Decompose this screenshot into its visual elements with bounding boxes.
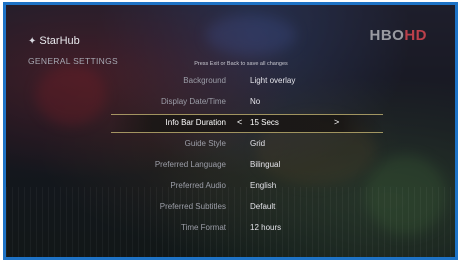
setting-row-info-bar-duration[interactable]: Info Bar Duration < 15 Secs > — [6, 113, 455, 134]
setting-row-background[interactable]: Background Light overlay — [6, 71, 455, 92]
section-title: GENERAL SETTINGS — [28, 56, 118, 66]
channel-logo-suffix: HD — [404, 27, 427, 44]
setting-row-guide-style[interactable]: Guide Style Grid — [6, 134, 455, 155]
starhub-icon: ✦ — [28, 35, 37, 47]
selection-highlight — [111, 114, 383, 133]
setting-row-preferred-audio[interactable]: Preferred Audio English — [6, 176, 455, 197]
setting-value: Default — [250, 202, 276, 211]
setting-value: No — [250, 97, 261, 106]
tv-screen: ✦ StarHub HBOHD GENERAL SETTINGS Press E… — [3, 2, 458, 260]
setting-value: 15 Secs — [250, 118, 279, 127]
setting-label: Preferred Subtitles — [159, 202, 226, 211]
setting-value: English — [250, 181, 277, 190]
setting-label: Time Format — [180, 223, 226, 232]
setting-label: Background — [183, 76, 226, 85]
settings-list: Background Light overlay Display Date/Ti… — [6, 71, 455, 239]
setting-value: Bilingual — [250, 160, 281, 169]
setting-row-display-date-time[interactable]: Display Date/Time No — [6, 92, 455, 113]
setting-value: Grid — [250, 139, 266, 148]
setting-row-time-format[interactable]: Time Format 12 hours — [6, 218, 455, 239]
setting-label: Display Date/Time — [160, 97, 226, 106]
channel-logo-text: HBO — [369, 27, 405, 44]
setting-value: Light overlay — [250, 76, 296, 85]
setting-label: Preferred Audio — [170, 181, 226, 190]
setting-row-preferred-language[interactable]: Preferred Language Bilingual — [6, 155, 455, 176]
starhub-logo: ✦ StarHub — [28, 35, 80, 47]
channel-logo: HBOHD — [369, 27, 427, 44]
save-hint: Press Exit or Back to save all changes — [194, 61, 288, 67]
starhub-logo-text: StarHub — [39, 35, 80, 47]
setting-label: Info Bar Duration — [165, 118, 226, 127]
chevron-right-icon[interactable]: > — [334, 117, 339, 127]
chevron-left-icon[interactable]: < — [237, 117, 242, 127]
setting-label: Guide Style — [184, 139, 226, 148]
setting-label: Preferred Language — [154, 160, 226, 169]
setting-value: 12 hours — [250, 223, 282, 232]
setting-row-preferred-subtitles[interactable]: Preferred Subtitles Default — [6, 197, 455, 218]
